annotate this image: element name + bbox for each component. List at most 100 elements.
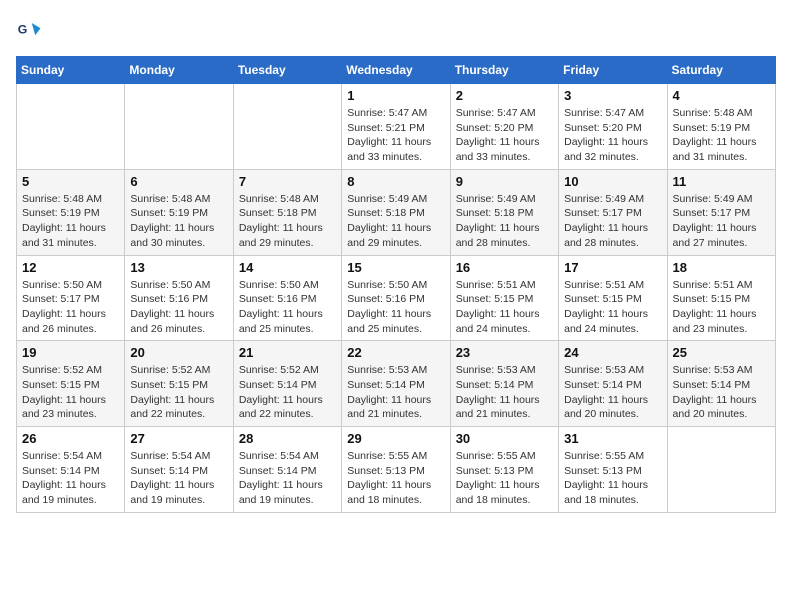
day-info: Sunrise: 5:53 AM Sunset: 5:14 PM Dayligh… xyxy=(456,363,553,422)
day-info: Sunrise: 5:50 AM Sunset: 5:17 PM Dayligh… xyxy=(22,278,119,337)
day-info: Sunrise: 5:51 AM Sunset: 5:15 PM Dayligh… xyxy=(456,278,553,337)
calendar-cell: 21 Sunrise: 5:52 AM Sunset: 5:14 PM Dayli… xyxy=(233,341,341,427)
calendar-cell: 14 Sunrise: 5:50 AM Sunset: 5:16 PM Dayli… xyxy=(233,255,341,341)
day-number: 22 xyxy=(347,345,444,360)
calendar-week-row: 26 Sunrise: 5:54 AM Sunset: 5:14 PM Dayli… xyxy=(17,427,776,513)
calendar-cell: 4 Sunrise: 5:48 AM Sunset: 5:19 PM Daylig… xyxy=(667,84,775,170)
calendar-cell: 22 Sunrise: 5:53 AM Sunset: 5:14 PM Dayli… xyxy=(342,341,450,427)
day-number: 12 xyxy=(22,260,119,275)
day-info: Sunrise: 5:50 AM Sunset: 5:16 PM Dayligh… xyxy=(347,278,444,337)
day-number: 3 xyxy=(564,88,661,103)
day-number: 20 xyxy=(130,345,227,360)
calendar-cell: 19Sunrise: 5:52 AM Sunset: 5:15 PM Dayli… xyxy=(17,341,125,427)
day-number: 25 xyxy=(673,345,770,360)
day-header-thursday: Thursday xyxy=(450,57,558,84)
calendar-week-row: 5 Sunrise: 5:48 AM Sunset: 5:19 PM Daylig… xyxy=(17,169,776,255)
day-info: Sunrise: 5:49 AM Sunset: 5:18 PM Dayligh… xyxy=(347,192,444,251)
page-header: G xyxy=(16,16,776,44)
day-info: Sunrise: 5:49 AM Sunset: 5:17 PM Dayligh… xyxy=(673,192,770,251)
logo: G xyxy=(16,16,48,44)
day-info: Sunrise: 5:47 AM Sunset: 5:20 PM Dayligh… xyxy=(564,106,661,165)
day-info: Sunrise: 5:47 AM Sunset: 5:21 PM Dayligh… xyxy=(347,106,444,165)
day-info: Sunrise: 5:48 AM Sunset: 5:19 PM Dayligh… xyxy=(22,192,119,251)
day-number: 15 xyxy=(347,260,444,275)
calendar-table: SundayMondayTuesdayWednesdayThursdayFrid… xyxy=(16,56,776,513)
calendar-cell: 26 Sunrise: 5:54 AM Sunset: 5:14 PM Dayli… xyxy=(17,427,125,513)
day-number: 8 xyxy=(347,174,444,189)
day-info: Sunrise: 5:48 AM Sunset: 5:19 PM Dayligh… xyxy=(673,106,770,165)
calendar-cell: 15 Sunrise: 5:50 AM Sunset: 5:16 PM Dayli… xyxy=(342,255,450,341)
day-info: Sunrise: 5:47 AM Sunset: 5:20 PM Dayligh… xyxy=(456,106,553,165)
day-info: Sunrise: 5:53 AM Sunset: 5:14 PM Dayligh… xyxy=(347,363,444,422)
day-number: 23 xyxy=(456,345,553,360)
day-header-saturday: Saturday xyxy=(667,57,775,84)
day-number: 10 xyxy=(564,174,661,189)
calendar-cell: 9Sunrise: 5:49 AM Sunset: 5:18 PM Daylig… xyxy=(450,169,558,255)
day-number: 5 xyxy=(22,174,119,189)
calendar-cell: 12 Sunrise: 5:50 AM Sunset: 5:17 PM Dayli… xyxy=(17,255,125,341)
calendar-cell: 27 Sunrise: 5:54 AM Sunset: 5:14 PM Dayli… xyxy=(125,427,233,513)
day-number: 21 xyxy=(239,345,336,360)
day-info: Sunrise: 5:52 AM Sunset: 5:15 PM Dayligh… xyxy=(130,363,227,422)
calendar-cell: 3 Sunrise: 5:47 AM Sunset: 5:20 PM Daylig… xyxy=(559,84,667,170)
day-number: 26 xyxy=(22,431,119,446)
day-number: 9 xyxy=(456,174,553,189)
day-info: Sunrise: 5:50 AM Sunset: 5:16 PM Dayligh… xyxy=(130,278,227,337)
day-number: 17 xyxy=(564,260,661,275)
calendar-cell: 13 Sunrise: 5:50 AM Sunset: 5:16 PM Dayli… xyxy=(125,255,233,341)
day-number: 30 xyxy=(456,431,553,446)
day-number: 28 xyxy=(239,431,336,446)
day-info: Sunrise: 5:54 AM Sunset: 5:14 PM Dayligh… xyxy=(130,449,227,508)
logo-icon: G xyxy=(16,16,44,44)
calendar-cell: 29 Sunrise: 5:55 AM Sunset: 5:13 PM Dayli… xyxy=(342,427,450,513)
day-number: 29 xyxy=(347,431,444,446)
day-header-wednesday: Wednesday xyxy=(342,57,450,84)
day-number: 14 xyxy=(239,260,336,275)
calendar-cell xyxy=(233,84,341,170)
day-header-monday: Monday xyxy=(125,57,233,84)
day-info: Sunrise: 5:53 AM Sunset: 5:14 PM Dayligh… xyxy=(564,363,661,422)
svg-text:G: G xyxy=(18,23,28,37)
day-number: 6 xyxy=(130,174,227,189)
day-info: Sunrise: 5:55 AM Sunset: 5:13 PM Dayligh… xyxy=(456,449,553,508)
day-number: 11 xyxy=(673,174,770,189)
day-info: Sunrise: 5:51 AM Sunset: 5:15 PM Dayligh… xyxy=(673,278,770,337)
day-number: 4 xyxy=(673,88,770,103)
calendar-cell: 18 Sunrise: 5:51 AM Sunset: 5:15 PM Dayli… xyxy=(667,255,775,341)
calendar-cell xyxy=(17,84,125,170)
calendar-cell: 31Sunrise: 5:55 AM Sunset: 5:13 PM Dayli… xyxy=(559,427,667,513)
calendar-cell: 17 Sunrise: 5:51 AM Sunset: 5:15 PM Dayli… xyxy=(559,255,667,341)
day-header-tuesday: Tuesday xyxy=(233,57,341,84)
day-info: Sunrise: 5:54 AM Sunset: 5:14 PM Dayligh… xyxy=(22,449,119,508)
calendar-cell xyxy=(125,84,233,170)
day-header-sunday: Sunday xyxy=(17,57,125,84)
calendar-cell xyxy=(667,427,775,513)
day-number: 1 xyxy=(347,88,444,103)
day-number: 19 xyxy=(22,345,119,360)
day-header-friday: Friday xyxy=(559,57,667,84)
calendar-cell: 10 Sunrise: 5:49 AM Sunset: 5:17 PM Dayli… xyxy=(559,169,667,255)
calendar-cell: 24 Sunrise: 5:53 AM Sunset: 5:14 PM Dayli… xyxy=(559,341,667,427)
day-number: 2 xyxy=(456,88,553,103)
calendar-cell: 25 Sunrise: 5:53 AM Sunset: 5:14 PM Dayli… xyxy=(667,341,775,427)
calendar-cell: 5 Sunrise: 5:48 AM Sunset: 5:19 PM Daylig… xyxy=(17,169,125,255)
calendar-cell: 2 Sunrise: 5:47 AM Sunset: 5:20 PM Daylig… xyxy=(450,84,558,170)
day-info: Sunrise: 5:48 AM Sunset: 5:18 PM Dayligh… xyxy=(239,192,336,251)
calendar-week-row: 1 Sunrise: 5:47 AM Sunset: 5:21 PM Daylig… xyxy=(17,84,776,170)
calendar-cell: 6Sunrise: 5:48 AM Sunset: 5:19 PM Daylig… xyxy=(125,169,233,255)
day-info: Sunrise: 5:53 AM Sunset: 5:14 PM Dayligh… xyxy=(673,363,770,422)
calendar-cell: 1 Sunrise: 5:47 AM Sunset: 5:21 PM Daylig… xyxy=(342,84,450,170)
day-info: Sunrise: 5:49 AM Sunset: 5:17 PM Dayligh… xyxy=(564,192,661,251)
day-info: Sunrise: 5:55 AM Sunset: 5:13 PM Dayligh… xyxy=(347,449,444,508)
day-info: Sunrise: 5:51 AM Sunset: 5:15 PM Dayligh… xyxy=(564,278,661,337)
day-number: 13 xyxy=(130,260,227,275)
calendar-week-row: 19 Sunrise: 5:52 AM Sunset: 5:15 PM Dayli… xyxy=(17,341,776,427)
day-info: Sunrise: 5:52 AM Sunset: 5:14 PM Dayligh… xyxy=(239,363,336,422)
calendar-cell: 30 Sunrise: 5:55 AM Sunset: 5:13 PM Dayli… xyxy=(450,427,558,513)
calendar-cell: 8 Sunrise: 5:49 AM Sunset: 5:18 PM Daylig… xyxy=(342,169,450,255)
day-number: 27 xyxy=(130,431,227,446)
day-number: 16 xyxy=(456,260,553,275)
day-number: 24 xyxy=(564,345,661,360)
day-number: 18 xyxy=(673,260,770,275)
day-info: Sunrise: 5:50 AM Sunset: 5:16 PM Dayligh… xyxy=(239,278,336,337)
